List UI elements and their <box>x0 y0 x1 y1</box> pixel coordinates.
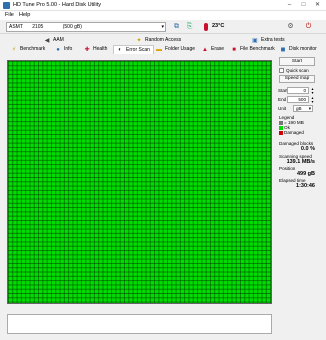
chevron-down-icon: ▾ <box>308 106 311 111</box>
file-benchmark-icon: ■ <box>232 46 236 53</box>
close-icon[interactable]: ✕ <box>312 1 323 10</box>
start-button[interactable]: Start <box>279 57 315 66</box>
speed-map-button[interactable]: Speed map <box>279 75 315 83</box>
elapsed-time-value: 1:30:46 <box>296 183 315 189</box>
drive-name: ASMT <box>9 24 23 30</box>
error-scan-icon: ◐ <box>118 47 122 53</box>
tab-random-access[interactable]: ✦ Random Access <box>136 36 181 45</box>
erase-icon: ▲ <box>202 46 208 53</box>
temperature-readout: 23°C <box>212 23 225 29</box>
drive-select[interactable]: ASMT 2105 (500 gB) ▾ <box>6 22 166 32</box>
copy-icon[interactable]: ⧉ <box>171 22 182 32</box>
start-field[interactable]: 0 <box>287 87 309 94</box>
tab-aam[interactable]: ◀ AAM <box>44 36 64 45</box>
tab-folder-usage[interactable]: ▬ Folder Usage <box>156 45 195 54</box>
menu-help[interactable]: Help <box>19 12 30 18</box>
thermometer-icon <box>204 23 208 31</box>
exit-icon[interactable]: ⏻ <box>303 22 314 32</box>
minimize-icon[interactable]: – <box>284 1 295 10</box>
damaged-blocks-value: 0.0 % <box>300 146 315 152</box>
end-field[interactable]: 500 <box>287 96 309 103</box>
benchmark-icon: ⚡ <box>11 46 17 53</box>
device-toolbar: ASMT 2105 (500 gB) ▾ ⧉ ⎘ 23°C ⚙ ⏻ <box>0 20 326 34</box>
tab-extra-tests[interactable]: ▣ Extra tests <box>252 36 284 45</box>
tabs-row-2: ⚡ Benchmark ● Info ✚ Health ◐ Error Scan… <box>0 45 326 54</box>
damaged-swatch-icon <box>279 130 283 135</box>
error-scan-block-map <box>7 60 272 304</box>
tab-benchmark[interactable]: ⚡ Benchmark <box>11 45 45 54</box>
start-spin-icon[interactable]: ▴ ▾ <box>310 87 315 95</box>
menu-bar: File Help <box>0 11 326 20</box>
app-icon <box>3 2 10 9</box>
save-icon[interactable]: ⎘ <box>184 22 195 32</box>
health-icon: ✚ <box>84 46 90 53</box>
tab-file-benchmark[interactable]: ■ File Benchmark <box>231 45 275 54</box>
info-icon: ● <box>56 46 60 53</box>
unit-label: Unit <box>278 106 287 111</box>
tab-error-scan[interactable]: ◐ Error Scan <box>113 45 154 54</box>
title-bar: HD Tune Pro 5.00 - Hard Disk Utility – □… <box>0 0 326 11</box>
tab-health[interactable]: ✚ Health <box>84 45 107 54</box>
tab-erase[interactable]: ▲ Erase <box>202 45 224 54</box>
scanning-speed-value: 139.1 MB/s <box>286 159 315 165</box>
maximize-icon[interactable]: □ <box>298 1 309 10</box>
chevron-down-icon: ▾ <box>161 24 164 30</box>
tab-info[interactable]: ● Info <box>55 45 72 54</box>
end-spin-icon[interactable]: ▴ ▾ <box>310 96 315 104</box>
drive-model: 2105 <box>32 24 44 30</box>
disk-monitor-icon: ◼ <box>280 46 286 53</box>
folder-icon: ▬ <box>156 46 162 53</box>
position-value: 499 gB <box>296 171 315 177</box>
speaker-icon: ◀ <box>44 37 50 44</box>
end-field-label: End <box>278 97 287 102</box>
window-title: HD Tune Pro 5.00 - Hard Disk Utility <box>13 2 102 8</box>
unit-select[interactable]: gB ▾ <box>293 105 313 112</box>
quick-scan-checkbox[interactable]: Quick scan <box>279 68 309 74</box>
drive-size: (500 gB) <box>62 24 82 30</box>
log-box[interactable] <box>7 314 272 334</box>
extra-tests-icon: ▣ <box>252 37 258 44</box>
menu-file[interactable]: File <box>5 12 14 18</box>
tab-disk-monitor[interactable]: ◼ Disk monitor <box>280 45 317 54</box>
legend-damaged: Damaged <box>279 130 304 135</box>
checkbox-icon <box>279 68 284 74</box>
options-icon[interactable]: ⚙ <box>285 22 296 32</box>
random-access-icon: ✦ <box>136 37 142 44</box>
tabs-row-1: ◀ AAM ✦ Random Access ▣ Extra tests <box>0 36 326 45</box>
